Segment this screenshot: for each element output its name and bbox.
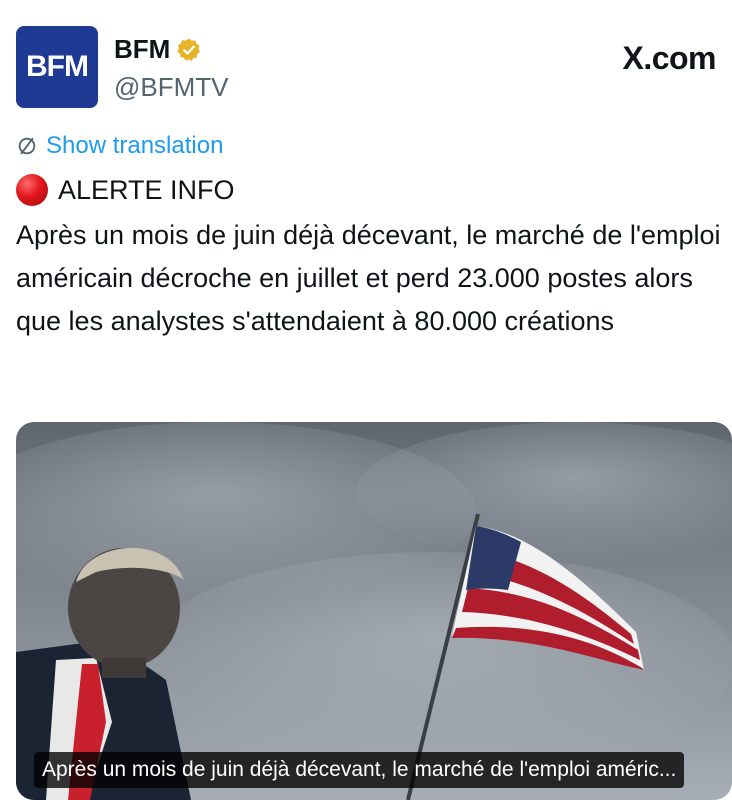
translate-icon xyxy=(18,137,36,155)
alert-line: ALERTE INFO xyxy=(16,174,235,206)
media-caption: Après un mois de juin déjà décevant, le … xyxy=(34,752,685,788)
post-media-image[interactable]: Après un mois de juin déjà décevant, le … xyxy=(16,422,732,800)
red-circle-icon xyxy=(16,174,48,206)
post-text: Après un mois de juin déjà décevant, le … xyxy=(16,220,721,336)
name-row: BFM xyxy=(114,34,202,65)
avatar[interactable]: BFM xyxy=(16,26,98,108)
display-name[interactable]: BFM xyxy=(114,34,170,65)
alert-label: ALERTE INFO xyxy=(58,174,235,205)
show-translation-label: Show translation xyxy=(46,132,224,159)
user-handle[interactable]: @BFMTV xyxy=(114,72,229,103)
scene-illustration xyxy=(16,422,732,800)
site-label: X.com xyxy=(622,40,716,76)
tweet-header: BFM BFM @BFMTV X.com xyxy=(16,26,716,108)
avatar-logo-text: BFM xyxy=(26,50,89,83)
verified-badge-icon xyxy=(177,38,201,61)
show-translation-button[interactable]: Show translation xyxy=(16,132,223,160)
